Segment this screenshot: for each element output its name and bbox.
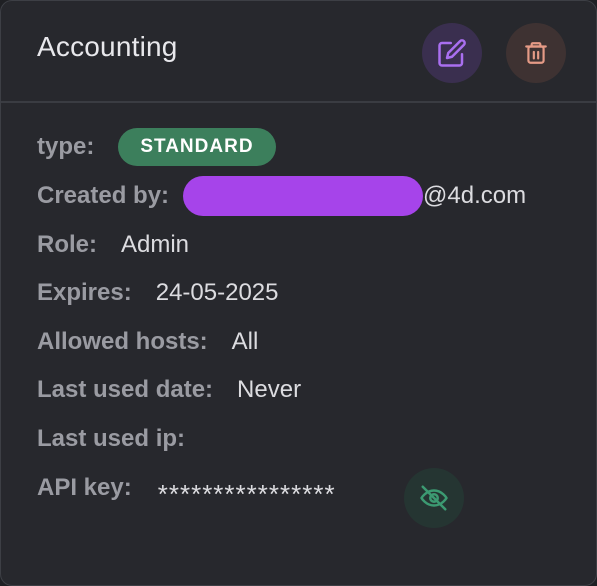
edit-button[interactable] — [422, 23, 482, 83]
created-by-row: Created by: @4d.com — [37, 176, 526, 216]
api-key-value: **************** — [157, 478, 336, 509]
eye-off-icon — [420, 485, 448, 511]
allowed-hosts-row: Allowed hosts: All — [37, 322, 258, 362]
api-key-row: API key: **************** — [37, 468, 336, 509]
toggle-api-key-visibility-button[interactable] — [404, 468, 464, 528]
expires-label: Expires: — [37, 279, 132, 306]
last-used-date-label: Last used date: — [37, 376, 214, 403]
allowed-hosts-value: All — [231, 328, 259, 355]
role-label: Role: — [37, 231, 97, 258]
last-used-ip-label: Last used ip: — [37, 425, 186, 452]
last-used-date-row: Last used date: Never — [37, 370, 301, 410]
api-key-card: Accounting type: STANDARD Created by: @4… — [0, 0, 597, 586]
redacted-email — [183, 176, 424, 216]
type-badge: STANDARD — [118, 128, 276, 166]
trash-icon — [525, 42, 547, 64]
last-used-ip-row: Last used ip: — [37, 419, 209, 459]
delete-button[interactable] — [506, 23, 566, 83]
card-title: Accounting — [37, 31, 178, 62]
expires-value: 24-05-2025 — [155, 279, 279, 306]
allowed-hosts-label: Allowed hosts: — [37, 328, 208, 355]
edit-icon — [438, 39, 466, 67]
created-by-label: Created by: — [37, 182, 170, 209]
expires-row: Expires: 24-05-2025 — [37, 273, 278, 313]
type-label: type: — [37, 133, 95, 160]
role-row: Role: Admin — [37, 225, 189, 265]
role-value: Admin — [121, 231, 190, 258]
last-used-date-value: Never — [237, 376, 302, 403]
api-key-label: API key: — [37, 474, 132, 501]
card-header: Accounting — [1, 1, 596, 103]
type-row: type: STANDARD — [37, 127, 276, 167]
created-by-domain: @4d.com — [423, 182, 527, 209]
